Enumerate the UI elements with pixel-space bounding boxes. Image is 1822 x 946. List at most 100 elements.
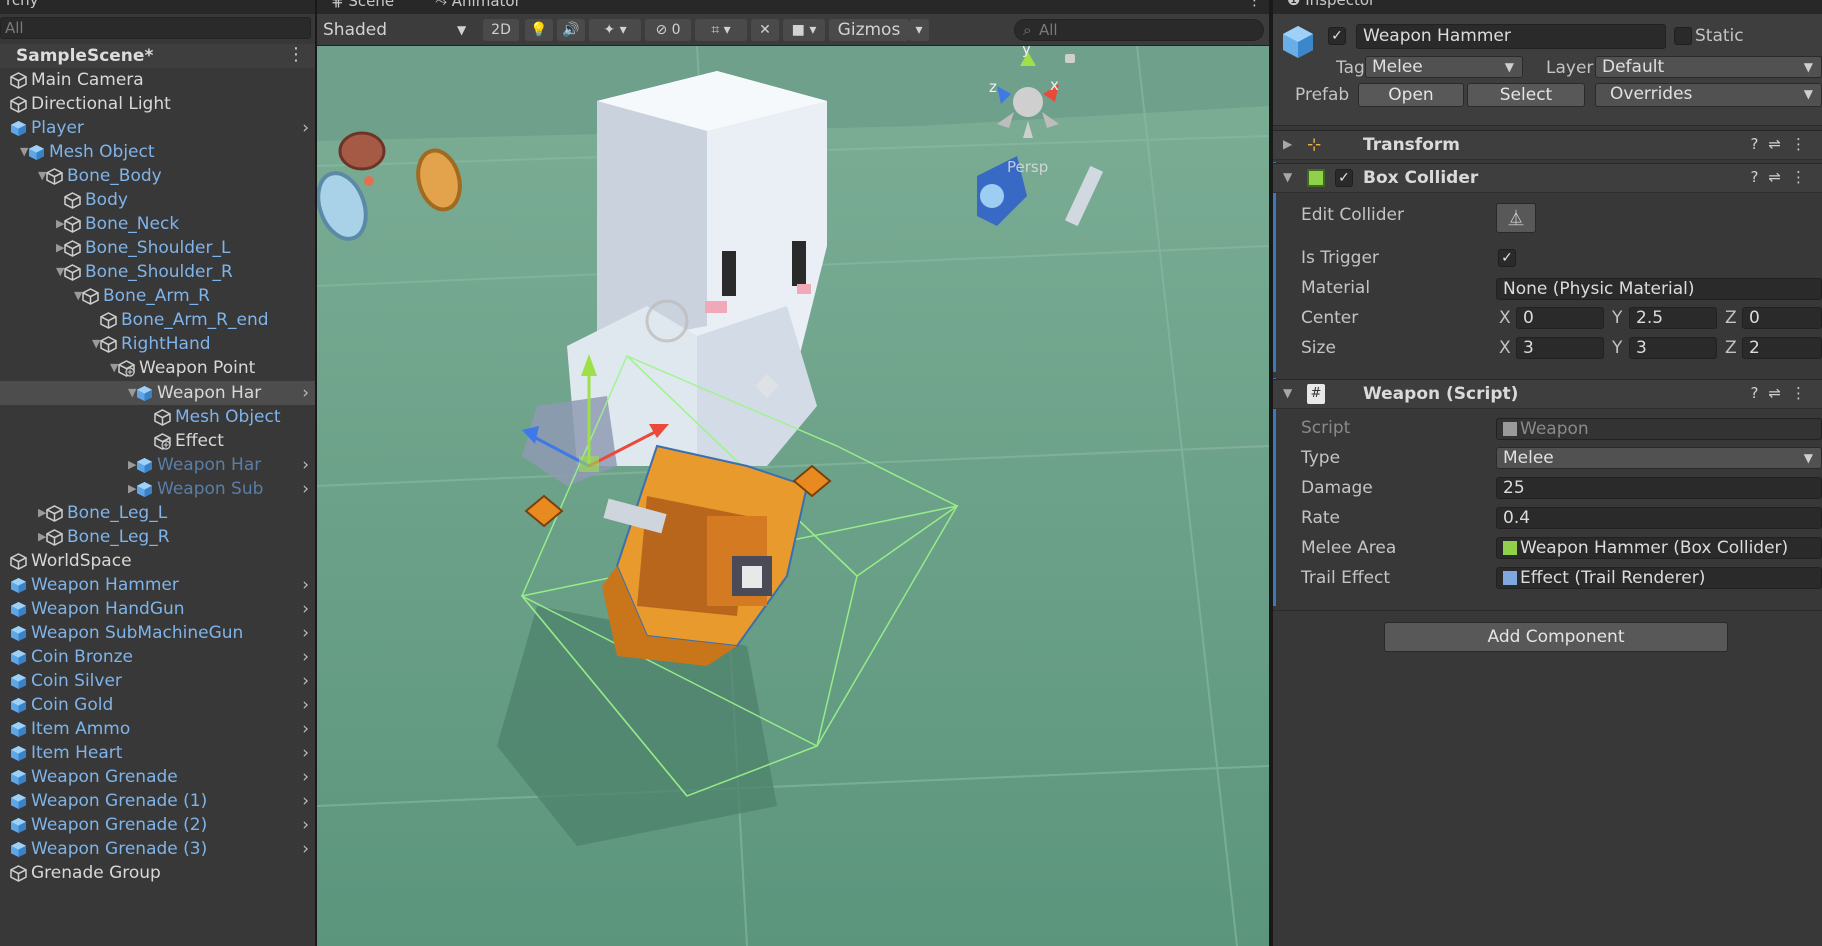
scene-header[interactable]: SampleScene* ⋮ <box>0 44 315 68</box>
hierarchy-row[interactable]: ▼ Weapon Har › <box>0 381 315 405</box>
lighting-toggle-icon[interactable]: 💡 <box>525 19 553 41</box>
hidden-objects-button[interactable]: ⊘ 0 <box>645 19 691 41</box>
layer-dropdown[interactable]: Default ▼ <box>1595 56 1822 78</box>
hierarchy-row[interactable]: ▶ Weapon Har › <box>0 453 315 477</box>
melee-area-field[interactable]: Weapon Hammer (Box Collider) <box>1496 537 1822 559</box>
audio-toggle-icon[interactable]: 🔊 <box>557 19 585 41</box>
camera-settings-icon[interactable]: ■ ▾ <box>783 19 825 41</box>
hierarchy-row[interactable]: ▼ Bone_Shoulder_R <box>0 260 315 284</box>
chevron-right-icon[interactable]: › <box>302 765 309 789</box>
trail-effect-field[interactable]: Effect (Trail Renderer) <box>1496 567 1822 589</box>
hierarchy-row[interactable]: Mesh Object <box>0 405 315 429</box>
hierarchy-row[interactable]: Item Heart › <box>0 741 315 765</box>
chevron-right-icon[interactable]: › <box>302 477 309 501</box>
chevron-right-icon[interactable]: › <box>302 741 309 765</box>
hierarchy-row[interactable]: Main Camera <box>0 68 315 92</box>
static-checkbox[interactable] <box>1674 27 1692 45</box>
hierarchy-row[interactable]: Bone_Arm_R_end <box>0 308 315 332</box>
shading-mode-dropdown[interactable]: Shaded ▼ <box>323 19 473 41</box>
hierarchy-row[interactable]: Effect <box>0 429 315 453</box>
type-dropdown[interactable]: Melee ▼ <box>1496 447 1822 469</box>
hierarchy-row[interactable]: Body <box>0 188 315 212</box>
hierarchy-row[interactable]: Directional Light <box>0 92 315 116</box>
hierarchy-row[interactable]: Weapon Grenade › <box>0 765 315 789</box>
edit-collider-button[interactable]: ⏅ <box>1496 203 1536 233</box>
hierarchy-tab[interactable]: rchy <box>0 0 44 9</box>
scene-menu-icon[interactable]: ⋮ <box>287 44 305 65</box>
tab-inspector[interactable]: ❶ Inspector <box>1287 0 1375 9</box>
chevron-right-icon[interactable]: › <box>302 837 309 861</box>
foldout-down-icon[interactable]: ▼ <box>1283 170 1292 184</box>
chevron-right-icon[interactable]: › <box>302 381 309 405</box>
chevron-right-icon[interactable]: › <box>302 116 309 140</box>
scene-menu-icon[interactable]: ⋮ <box>1247 0 1262 9</box>
hierarchy-row[interactable]: ▶ Bone_Leg_L <box>0 501 315 525</box>
box-collider-enabled-checkbox[interactable]: ✓ <box>1335 169 1353 187</box>
chevron-right-icon[interactable]: › <box>302 693 309 717</box>
prefab-overrides-dropdown[interactable]: Overrides ▼ <box>1595 83 1822 107</box>
component-header-icons[interactable]: ?⇌⋮ <box>1750 168 1816 186</box>
hierarchy-row[interactable]: ▶ Weapon Sub › <box>0 477 315 501</box>
hierarchy-row[interactable]: Weapon Grenade (3) › <box>0 837 315 861</box>
hierarchy-row[interactable]: Weapon SubMachineGun › <box>0 621 315 645</box>
hierarchy-row[interactable]: ▼ RightHand <box>0 332 315 356</box>
material-field[interactable]: None (Physic Material) <box>1496 278 1822 300</box>
tab-animator[interactable]: ⤳ Animator <box>435 0 521 10</box>
size-y-input[interactable]: 3 <box>1629 337 1717 359</box>
chevron-right-icon[interactable]: › <box>302 717 309 741</box>
hierarchy-row[interactable]: ▶ Bone_Shoulder_L <box>0 236 315 260</box>
hierarchy-row[interactable]: Weapon Hammer › <box>0 573 315 597</box>
hierarchy-row[interactable]: Item Ammo › <box>0 717 315 741</box>
chevron-right-icon[interactable]: › <box>302 789 309 813</box>
gizmo-axis-x[interactable]: x <box>1050 76 1059 94</box>
prefab-open-button[interactable]: Open <box>1358 83 1464 107</box>
hierarchy-row[interactable]: Player › <box>0 116 315 140</box>
transform-header[interactable]: ▶ ⊹ Transform ?⇌⋮ <box>1273 130 1822 160</box>
hierarchy-row[interactable]: Grenade Group <box>0 861 315 885</box>
toggle-2d-button[interactable]: 2D <box>483 19 519 41</box>
chevron-right-icon[interactable]: › <box>302 573 309 597</box>
center-x-input[interactable]: 0 <box>1516 307 1604 329</box>
chevron-right-icon[interactable]: › <box>302 669 309 693</box>
active-checkbox[interactable]: ✓ <box>1328 27 1346 45</box>
hierarchy-row[interactable]: Weapon HandGun › <box>0 597 315 621</box>
hierarchy-row[interactable]: WorldSpace <box>0 549 315 573</box>
rate-input[interactable]: 0.4 <box>1496 507 1822 529</box>
hierarchy-row[interactable]: Weapon Grenade (1) › <box>0 789 315 813</box>
lock-icon[interactable] <box>1065 54 1075 63</box>
prefab-select-button[interactable]: Select <box>1467 83 1585 107</box>
hierarchy-row[interactable]: ▼ Weapon Point <box>0 356 315 380</box>
hierarchy-row[interactable]: Coin Gold › <box>0 693 315 717</box>
tag-dropdown[interactable]: Melee ▼ <box>1365 56 1523 78</box>
center-z-input[interactable]: 0 <box>1742 307 1822 329</box>
gizmo-axis-z[interactable]: z <box>989 78 997 96</box>
chevron-right-icon[interactable]: › <box>302 645 309 669</box>
component-header-icons[interactable]: ?⇌⋮ <box>1750 384 1816 402</box>
damage-input[interactable]: 25 <box>1496 477 1822 499</box>
hierarchy-row[interactable]: ▼ Mesh Object <box>0 140 315 164</box>
chevron-right-icon[interactable]: › <box>302 621 309 645</box>
scene-canvas[interactable]: y x z Persp <box>317 40 1269 946</box>
hierarchy-row[interactable]: Weapon Grenade (2) › <box>0 813 315 837</box>
size-z-input[interactable]: 2 <box>1742 337 1822 359</box>
hierarchy-row[interactable]: ▼ Bone_Arm_R <box>0 284 315 308</box>
grid-toggle-icon[interactable]: ⌗ ▾ <box>695 19 747 41</box>
scene-search-input[interactable]: ⌕ All <box>1014 19 1264 41</box>
chevron-right-icon[interactable]: › <box>302 453 309 477</box>
effects-toggle-icon[interactable]: ✦ ▾ <box>589 19 641 41</box>
object-name-input[interactable]: Weapon Hammer <box>1356 24 1666 49</box>
hierarchy-row[interactable]: ▶ Bone_Leg_R <box>0 525 315 549</box>
tab-scene[interactable]: ⋕ Scene <box>331 0 394 10</box>
box-collider-header[interactable]: ▼ ✓ Box Collider ?⇌⋮ <box>1273 163 1822 193</box>
projection-label[interactable]: Persp <box>1007 158 1048 176</box>
hierarchy-row[interactable]: ▼ Bone_Body <box>0 164 315 188</box>
size-x-input[interactable]: 3 <box>1516 337 1604 359</box>
component-header-icons[interactable]: ?⇌⋮ <box>1750 135 1816 153</box>
foldout-down-icon[interactable]: ▼ <box>1283 386 1292 400</box>
is-trigger-checkbox[interactable]: ✓ <box>1498 249 1516 267</box>
hierarchy-row[interactable]: ▶ Bone_Neck <box>0 212 315 236</box>
hierarchy-row[interactable]: Coin Silver › <box>0 669 315 693</box>
weapon-script-header[interactable]: ▼ # Weapon (Script) ?⇌⋮ <box>1273 379 1822 409</box>
hierarchy-row[interactable]: Coin Bronze › <box>0 645 315 669</box>
gizmos-dropdown-icon[interactable]: ▾ <box>909 19 929 41</box>
